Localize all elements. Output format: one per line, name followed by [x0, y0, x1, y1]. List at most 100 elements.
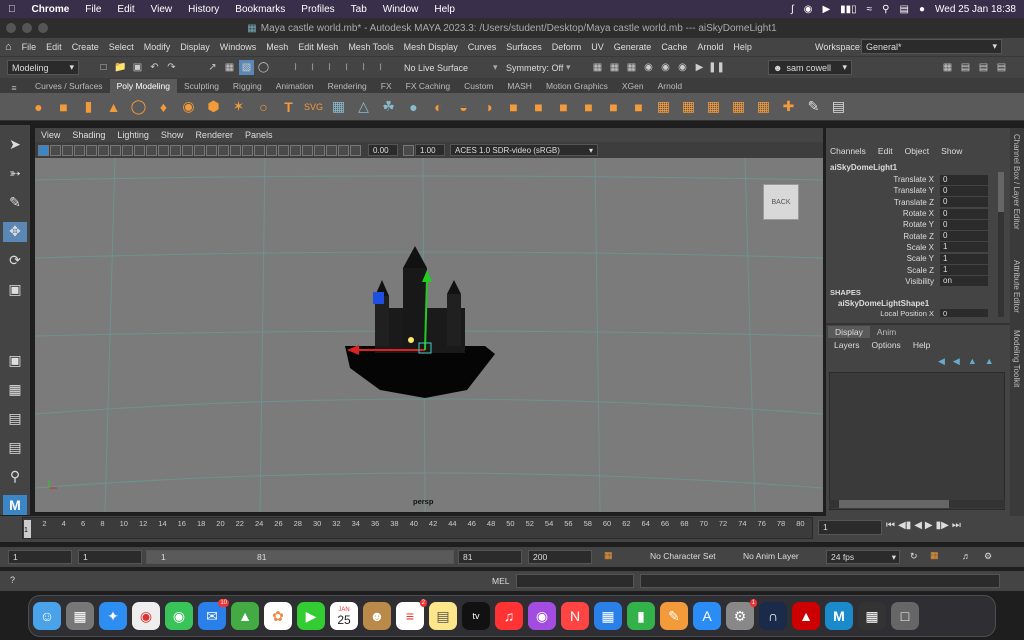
bookmark-icon[interactable] [50, 144, 61, 156]
menu-mesh-tools[interactable]: Mesh Tools [343, 42, 398, 52]
target-weld-icon[interactable]: ▦ [728, 96, 749, 117]
film-gate-icon[interactable] [110, 144, 121, 156]
menu-select[interactable]: Select [104, 42, 139, 52]
wifi-icon[interactable]: ≈ [867, 4, 873, 15]
poly-cone-icon[interactable]: ▲ [103, 96, 124, 117]
shelf-tab-rigging[interactable]: Rigging [226, 79, 269, 93]
tool-settings-icon[interactable]: ▤ [976, 60, 991, 75]
layer-list[interactable] [829, 372, 1005, 510]
type-tool-icon[interactable]: T [278, 96, 299, 117]
shelf-tab-animation[interactable]: Animation [269, 79, 321, 93]
help-line-icon[interactable]: ? [10, 575, 15, 585]
maya-help-icon[interactable]: M [3, 495, 27, 516]
playback-end-field[interactable]: 81 [458, 550, 522, 564]
shelf-tab-mash[interactable]: MASH [500, 79, 539, 93]
apple-icon[interactable]:  [0, 4, 24, 15]
2d-pan-zoom-icon[interactable] [74, 144, 85, 156]
sourcetree-icon[interactable]: ∩ [759, 602, 787, 630]
mac-menu-bookmarks[interactable]: Bookmarks [227, 4, 293, 15]
paint-icon[interactable]: ✎ [803, 96, 824, 117]
poly-sphere-icon[interactable]: ● [28, 96, 49, 117]
attribute-value[interactable]: 0 [940, 231, 988, 242]
menu-windows[interactable]: Windows [215, 42, 262, 52]
attribute-value[interactable]: 0 [940, 197, 988, 208]
attribute-value[interactable]: 0 [940, 219, 988, 230]
current-frame-field[interactable]: 1 [818, 520, 882, 535]
menu-mesh[interactable]: Mesh [261, 42, 293, 52]
go-to-start-icon[interactable]: ⏮ [886, 520, 895, 531]
grid-icon[interactable] [98, 144, 109, 156]
panel-menu-renderer[interactable]: Renderer [189, 130, 239, 140]
panel-menu-show[interactable]: Show [155, 130, 190, 140]
use-all-lights-icon[interactable] [230, 144, 241, 156]
exposure-field[interactable]: 0.00 [368, 144, 398, 156]
shelf-tab-rendering[interactable]: Rendering [321, 79, 374, 93]
colorspace-dropdown[interactable]: ACES 1.0 SDR-video (sRGB) ▾ [450, 144, 598, 156]
redo-icon[interactable]: ↷ [164, 60, 179, 75]
attribute-row[interactable]: Translate Z 0 [826, 197, 988, 208]
sweep-mesh-icon[interactable]: ○ [253, 96, 274, 117]
extrude-icon[interactable]: ■ [503, 96, 524, 117]
live-surface-label[interactable]: No Live Surface [404, 63, 468, 73]
time-preferences-icon[interactable]: ⚙ [984, 551, 992, 562]
menu-cache[interactable]: Cache [656, 42, 692, 52]
image-plane-icon[interactable] [62, 144, 73, 156]
play-icon[interactable]: ▶ [822, 4, 830, 15]
menu-modify[interactable]: Modify [139, 42, 176, 52]
gate-mask-icon[interactable] [134, 144, 145, 156]
side-tab-channel-box[interactable]: Channel Box / Layer Editor [1012, 134, 1021, 230]
poly-cube-icon[interactable]: ■ [53, 96, 74, 117]
xray-joints-icon[interactable] [326, 144, 337, 156]
animation-start-field[interactable]: 1 [8, 550, 72, 564]
move-layer-up-icon[interactable]: ◀ [938, 356, 945, 367]
scrollbar-thumb[interactable] [998, 172, 1004, 212]
panel-menu-view[interactable]: View [35, 130, 66, 140]
edit-menu[interactable]: Edit [878, 146, 893, 156]
super-shape-icon[interactable]: ✶ [228, 96, 249, 117]
object-menu[interactable]: Object [905, 146, 930, 156]
maya-dock-icon[interactable]: M [825, 602, 853, 630]
default-material-icon[interactable] [206, 144, 217, 156]
zoom-window-icon[interactable] [38, 23, 48, 33]
motion-blur-icon[interactable] [266, 144, 277, 156]
select-object-icon[interactable]: ▦ [222, 60, 237, 75]
attribute-row[interactable]: Scale Z 1 [826, 264, 988, 276]
smooth-shade-icon[interactable] [194, 144, 205, 156]
clock[interactable]: Wed 25 Jan 18:38 [935, 4, 1016, 15]
new-scene-icon[interactable]: □ [96, 60, 111, 75]
menuset-dropdown[interactable]: Modeling ▾ [7, 60, 79, 75]
channels-menu[interactable]: Channels [830, 146, 866, 156]
rotate-tool-icon[interactable]: ⟳ [3, 251, 27, 271]
shape-attribute-value[interactable]: 0 [940, 309, 988, 317]
numbers-icon[interactable]: ▮ [627, 602, 655, 630]
camera-attributes-icon[interactable] [38, 144, 49, 156]
safe-action-icon[interactable] [158, 144, 169, 156]
lasso-tool-icon[interactable]: ➳ [3, 164, 27, 184]
help-menu[interactable]: Help [913, 340, 930, 350]
script-icon[interactable]: ▤ [828, 96, 849, 117]
system-settings-icon[interactable]: ⚙ 1 [726, 599, 757, 630]
sound-icon[interactable]: ♬ [962, 551, 971, 561]
anim-layer-label[interactable]: No Anim Layer [743, 551, 799, 561]
mel-input[interactable] [516, 574, 634, 588]
show-menu[interactable]: Show [941, 146, 962, 156]
perspective-viewport[interactable]: persp [35, 158, 823, 512]
step-forward-key-icon[interactable]: ▮▶ [936, 520, 949, 531]
mac-menu-file[interactable]: File [77, 4, 109, 15]
attribute-value[interactable]: 0 [940, 174, 988, 185]
bluetooth-icon[interactable]: ∫ [791, 4, 794, 15]
attribute-value[interactable]: on [940, 276, 988, 287]
attribute-value[interactable]: 1 [940, 253, 988, 264]
attribute-row[interactable]: Translate Y 0 [826, 185, 988, 196]
connect-icon[interactable]: ▦ [753, 96, 774, 117]
menu-file[interactable]: File [17, 42, 42, 52]
minimize-window-icon[interactable] [22, 23, 32, 33]
move-layer-down-icon[interactable]: ◀ [953, 356, 960, 367]
timeline-ruler[interactable]: 1 2 4 6 8 10 12 14 16 18 20 22 24 26 28 30 32 34 36 38 40 42… [22, 517, 813, 539]
safe-title-icon[interactable] [170, 144, 181, 156]
isolate-select-icon[interactable] [302, 144, 313, 156]
snap-live-icon[interactable]: ⧙ [373, 60, 388, 75]
pages-icon[interactable]: ✎ [660, 602, 688, 630]
outliner-layout-icon[interactable]: ▤ [3, 437, 27, 457]
attribute-value[interactable]: 0 [940, 185, 988, 196]
